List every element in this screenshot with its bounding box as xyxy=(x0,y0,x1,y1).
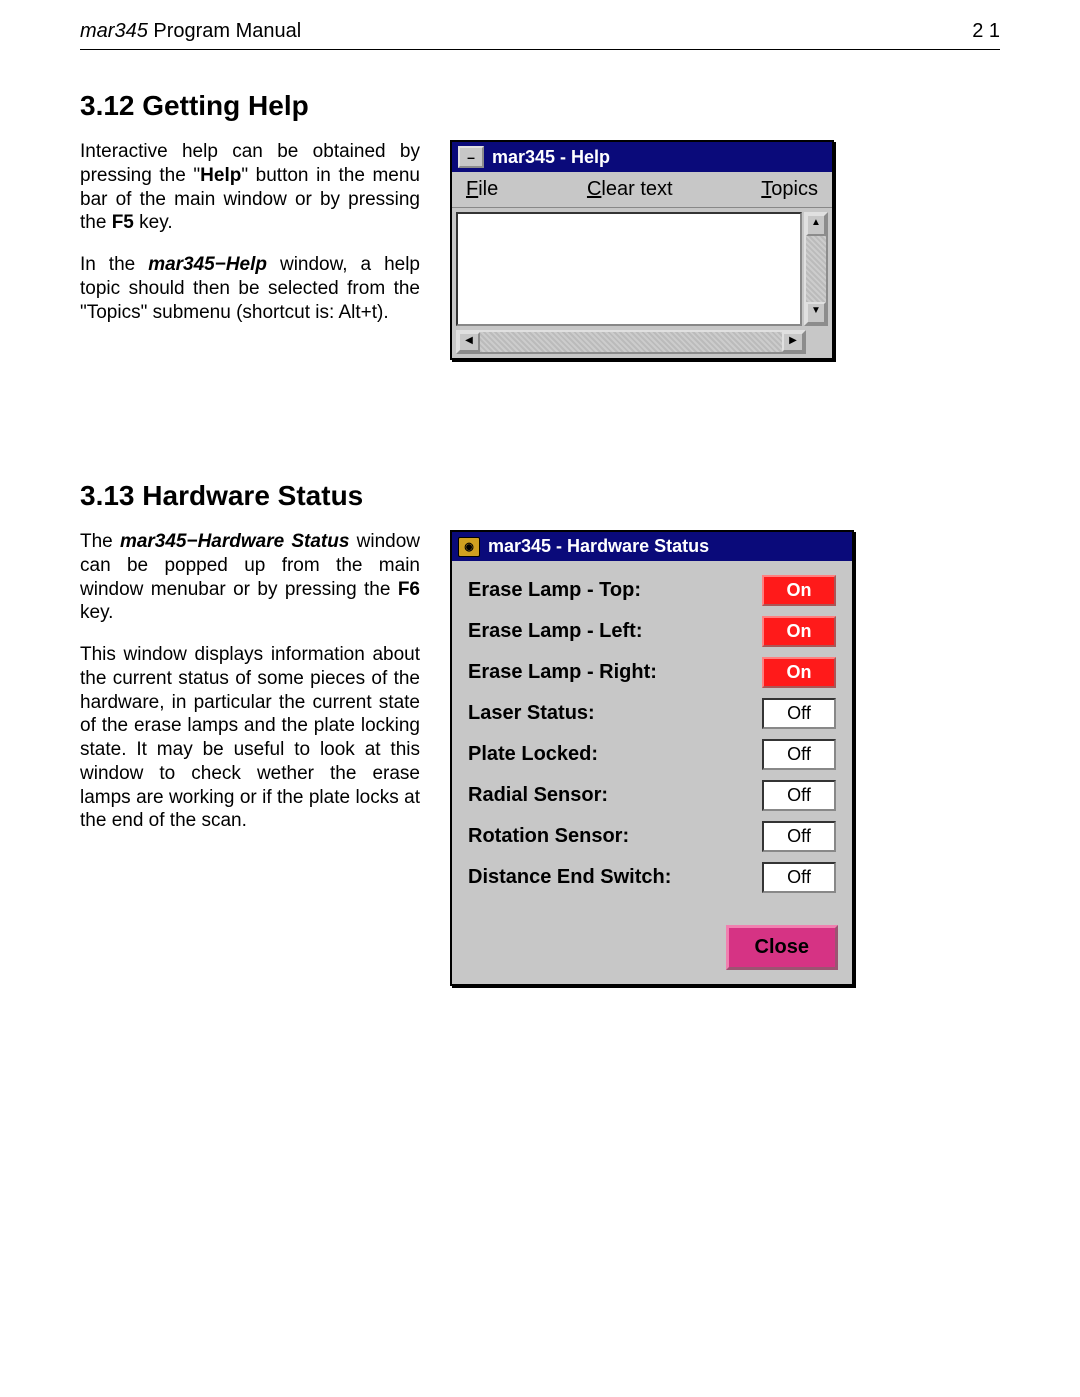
hw-row-value: Off xyxy=(762,862,836,893)
hw-row-value: On xyxy=(762,616,836,647)
hw-row-label: Erase Lamp - Top: xyxy=(468,579,641,602)
scroll-down-icon[interactable]: ▼ xyxy=(806,302,826,324)
hw-row: Erase Lamp - Right: On xyxy=(468,657,836,688)
hw-window-title: mar345 - Hardware Status xyxy=(488,536,709,557)
page-number: 2 1 xyxy=(972,20,1000,43)
help-window-titlebar[interactable]: – mar345 - Help xyxy=(452,142,832,172)
hw-row-value: On xyxy=(762,575,836,606)
scroll-left-icon[interactable]: ◀ xyxy=(458,332,480,352)
horizontal-scroll-track[interactable] xyxy=(480,332,782,352)
system-menu-icon[interactable]: – xyxy=(458,146,484,168)
hw-row: Plate Locked: Off xyxy=(468,739,836,770)
header-title-rest: Program Manual xyxy=(148,20,301,42)
close-button[interactable]: Close xyxy=(726,925,838,970)
vertical-scroll-track[interactable] xyxy=(806,236,826,302)
hw-window-titlebar[interactable]: ◉ mar345 - Hardware Status xyxy=(452,532,852,561)
hw-row-value: Off xyxy=(762,739,836,770)
scroll-right-icon[interactable]: ▶ xyxy=(782,332,804,352)
heading-hardware-status: 3.13 Hardware Status xyxy=(80,480,1000,512)
menu-topics[interactable]: Topics xyxy=(761,178,818,201)
hw-row-label: Erase Lamp - Right: xyxy=(468,661,657,684)
hw-paragraph-1: The mar345−Hardware Status window can be… xyxy=(80,530,420,625)
menu-clear-text[interactable]: Clear text xyxy=(587,178,673,201)
hw-row-label: Radial Sensor: xyxy=(468,784,608,807)
scroll-up-icon[interactable]: ▲ xyxy=(806,214,826,236)
heading-getting-help: 3.12 Getting Help xyxy=(80,90,1000,122)
help-textarea[interactable] xyxy=(456,212,802,326)
hw-row: Laser Status: Off xyxy=(468,698,836,729)
header-title: mar345 Program Manual xyxy=(80,20,301,43)
hw-row: Distance End Switch: Off xyxy=(468,862,836,893)
help-window-title: mar345 - Help xyxy=(492,147,610,168)
hw-row: Radial Sensor: Off xyxy=(468,780,836,811)
hw-row-value: Off xyxy=(762,821,836,852)
horizontal-scrollbar[interactable]: ◀ ▶ xyxy=(456,330,806,354)
hw-row-label: Erase Lamp - Left: xyxy=(468,620,642,643)
hw-window-body: Erase Lamp - Top:OnErase Lamp - Left:OnE… xyxy=(452,561,852,917)
hw-row-value: On xyxy=(762,657,836,688)
header-title-italic: mar345 xyxy=(80,20,148,42)
hw-row-value: Off xyxy=(762,698,836,729)
hw-row-label: Rotation Sensor: xyxy=(468,825,629,848)
hw-paragraph-2: This window displays information about t… xyxy=(80,643,420,833)
vertical-scrollbar[interactable]: ▲ ▼ xyxy=(804,212,828,326)
hw-row: Erase Lamp - Left: On xyxy=(468,616,836,647)
hw-row: Rotation Sensor: Off xyxy=(468,821,836,852)
page-header: mar345 Program Manual 2 1 xyxy=(80,20,1000,49)
hw-row: Erase Lamp - Top: On xyxy=(468,575,836,606)
scrollbar-corner xyxy=(806,330,828,352)
menu-file[interactable]: File xyxy=(466,178,498,201)
hw-row-label: Plate Locked: xyxy=(468,743,598,766)
help-window: – mar345 - Help File Clear text Topics F… xyxy=(450,140,834,360)
help-paragraph-2: In the mar345−Help window, a help topic … xyxy=(80,253,420,324)
help-window-menubar: File Clear text Topics xyxy=(452,172,832,208)
app-icon: ◉ xyxy=(458,537,480,557)
section-hardware-status: 3.13 Hardware Status The mar345−Hardware… xyxy=(80,480,1000,986)
section-getting-help: 3.12 Getting Help Interactive help can b… xyxy=(80,90,1000,360)
hardware-status-window: ◉ mar345 - Hardware Status Erase Lamp - … xyxy=(450,530,854,986)
hw-row-value: Off xyxy=(762,780,836,811)
help-paragraph-1: Interactive help can be obtained by pres… xyxy=(80,140,420,235)
hw-row-label: Distance End Switch: xyxy=(468,866,671,889)
hw-row-label: Laser Status: xyxy=(468,702,595,725)
header-rule xyxy=(80,49,1000,50)
